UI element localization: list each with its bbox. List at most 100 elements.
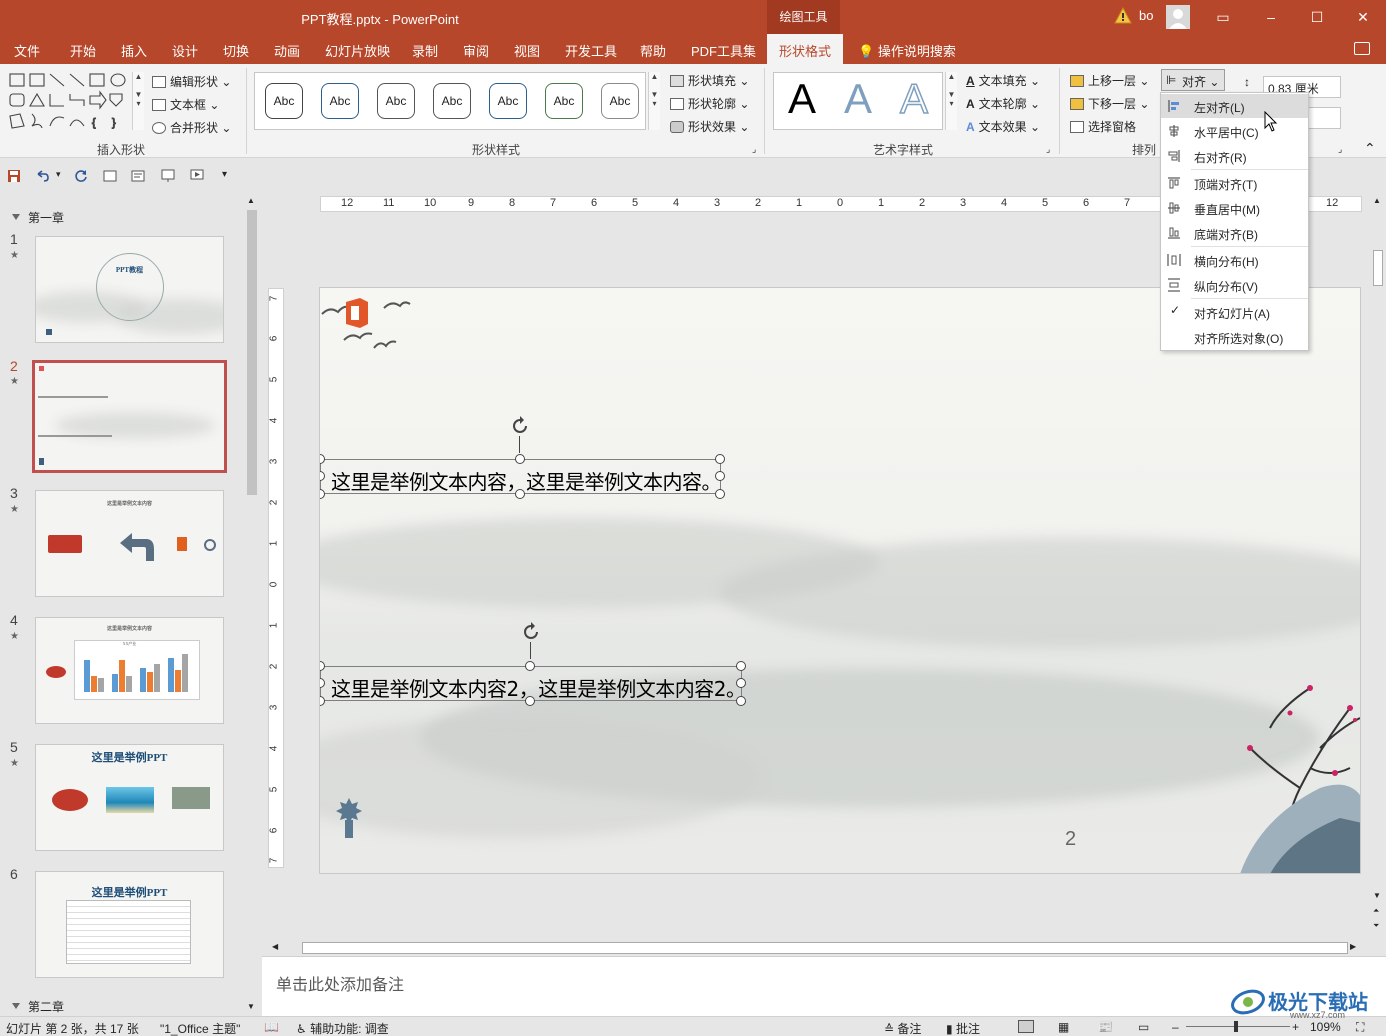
accessibility-status[interactable]: ♿ 辅助功能: 调查: [296, 1020, 389, 1036]
tab-help[interactable]: 帮助: [640, 41, 666, 60]
send-backward-button[interactable]: 下移一层 ⌄: [1070, 95, 1149, 112]
tab-animations[interactable]: 动画: [274, 41, 300, 60]
shape-style-5[interactable]: Abc: [489, 83, 527, 119]
slide-thumbnail-4[interactable]: 这里是举例文本内容 XX产业: [35, 617, 224, 724]
editor-horizontal-scrollbar[interactable]: ◀ ▶: [268, 940, 1360, 956]
normal-view-icon[interactable]: [1018, 1020, 1034, 1033]
section-header-first[interactable]: 第一章: [12, 209, 64, 226]
resize-handle[interactable]: [736, 661, 746, 671]
collapse-section-icon[interactable]: [12, 214, 20, 220]
scroll-left-icon[interactable]: ◀: [272, 942, 278, 951]
resize-handle[interactable]: [515, 454, 525, 464]
shape-fill-button[interactable]: 形状填充 ⌄: [670, 72, 749, 89]
tab-review[interactable]: 审阅: [463, 41, 489, 60]
scroll-down-icon[interactable]: ▼: [1373, 891, 1381, 900]
scroll-down-icon[interactable]: ▼: [247, 1002, 255, 1011]
undo-dropdown-icon[interactable]: ▾: [56, 169, 61, 180]
warning-icon[interactable]: [1114, 7, 1132, 25]
tab-pdf-tools[interactable]: PDF工具集: [691, 41, 756, 60]
shape-style-4[interactable]: Abc: [433, 83, 471, 119]
user-avatar[interactable]: [1166, 5, 1190, 29]
comment-icon[interactable]: [1354, 42, 1370, 55]
align-selected-objects-item[interactable]: 对齐所选对象(O): [1161, 325, 1308, 349]
zoom-in-icon[interactable]: +: [1292, 1020, 1299, 1034]
redo-icon[interactable]: [74, 169, 88, 183]
text-effects-button[interactable]: A 文本效果 ⌄: [966, 118, 1040, 135]
tab-record[interactable]: 录制: [412, 41, 438, 60]
slide-thumbnail-1[interactable]: PPT教程: [35, 236, 224, 343]
wordart-style-2[interactable]: A: [844, 75, 872, 123]
slide-canvas[interactable]: 这里是举例文本内容，这里是举例文本内容。 这里是举例文本内容2，这里是举例文本内…: [319, 287, 1361, 874]
rotate-handle-icon[interactable]: [509, 415, 531, 437]
thumbnails-scrollbar[interactable]: ▲ ▼: [244, 194, 260, 1016]
textbox-button[interactable]: 文本框 ⌄: [152, 96, 219, 113]
resize-handle[interactable]: [320, 696, 325, 706]
collapse-section-icon[interactable]: [12, 1003, 20, 1009]
slide-thumbnail-6[interactable]: 这里是举例PPT: [35, 871, 224, 978]
align-to-slide-item[interactable]: ✓ 对齐幻灯片(A): [1161, 300, 1308, 324]
customize-qat-icon[interactable]: ▾: [222, 169, 227, 180]
present-icon[interactable]: [161, 169, 175, 183]
fit-to-window-icon[interactable]: ⛶: [1356, 1020, 1364, 1035]
tab-design[interactable]: 设计: [172, 41, 198, 60]
scrollbar-thumb[interactable]: [302, 942, 1348, 954]
resize-handle[interactable]: [715, 471, 725, 481]
shape-effects-button[interactable]: 形状效果 ⌄: [670, 118, 749, 135]
comments-toggle[interactable]: ▮ 批注: [946, 1020, 980, 1036]
minimize-button[interactable]: –: [1248, 0, 1294, 34]
ribbon-display-button[interactable]: ▭: [1200, 0, 1246, 34]
save-icon[interactable]: [7, 169, 21, 183]
rotate-handle-icon[interactable]: [520, 621, 542, 643]
shape-gallery-scroll[interactable]: ▲ ▼ ▾: [132, 72, 144, 130]
scroll-up-icon[interactable]: ▲: [247, 196, 255, 205]
close-button[interactable]: ✕: [1340, 0, 1386, 34]
scrollbar-thumb[interactable]: [1373, 250, 1383, 286]
wordart-style-1[interactable]: A: [788, 75, 816, 123]
resize-handle[interactable]: [320, 489, 325, 499]
tab-developer[interactable]: 开发工具: [565, 41, 617, 60]
text-outline-button[interactable]: A 文本轮廓 ⌄: [966, 95, 1040, 112]
slide-sorter-icon[interactable]: ▦: [1058, 1020, 1069, 1034]
align-top-item[interactable]: 顶端对齐(T): [1161, 171, 1308, 195]
previous-slide-icon[interactable]: ⏶: [1373, 906, 1379, 916]
resize-handle[interactable]: [715, 454, 725, 464]
wordart-style-3[interactable]: A: [899, 74, 929, 123]
notes-pane[interactable]: 单击此处添加备注: [262, 956, 1386, 1016]
distribute-horizontally-item[interactable]: 横向分布(H): [1161, 248, 1308, 272]
shape-style-6[interactable]: Abc: [545, 83, 583, 119]
shape-style-3[interactable]: Abc: [377, 83, 415, 119]
edit-shape-button[interactable]: 编辑形状 ⌄: [152, 73, 231, 90]
tab-shape-format[interactable]: 形状格式: [767, 34, 844, 65]
style-gallery-scroll[interactable]: ▲ ▼ ▾: [648, 72, 660, 130]
align-right-item[interactable]: 右对齐(R): [1161, 144, 1308, 168]
align-bottom-item[interactable]: 底端对齐(B): [1161, 221, 1308, 245]
vertical-ruler[interactable]: 7 6 5 4 3 2 1 0 1 2 3 4 5 6 7: [268, 288, 284, 868]
shape-style-1[interactable]: Abc: [265, 83, 303, 119]
from-beginning-icon[interactable]: [190, 169, 204, 183]
text-fill-button[interactable]: A 文本填充 ⌄: [966, 72, 1040, 89]
spelling-icon[interactable]: 📖: [264, 1020, 279, 1034]
selection-pane-button[interactable]: 选择窗格: [1070, 118, 1136, 135]
shape-outline-button[interactable]: 形状轮廓 ⌄: [670, 95, 749, 112]
align-middle-item[interactable]: 垂直居中(M): [1161, 196, 1308, 220]
shape-style-7[interactable]: Abc: [601, 83, 639, 119]
tab-insert[interactable]: 插入: [121, 41, 147, 60]
undo-icon[interactable]: [35, 169, 49, 183]
zoom-level[interactable]: 109%: [1310, 1020, 1341, 1034]
scroll-up-icon[interactable]: ▲: [1373, 196, 1381, 205]
textbox-insert-icon[interactable]: [131, 169, 145, 183]
tell-me-search[interactable]: 💡 操作说明搜索: [858, 41, 956, 60]
zoom-out-icon[interactable]: –: [1172, 1020, 1179, 1034]
new-slide-icon[interactable]: [103, 169, 117, 183]
bring-forward-button[interactable]: 上移一层 ⌄: [1070, 72, 1149, 89]
resize-handle[interactable]: [525, 661, 535, 671]
distribute-vertically-item[interactable]: 纵向分布(V): [1161, 273, 1308, 297]
maximize-button[interactable]: ☐: [1294, 0, 1340, 34]
slide-thumbnail-5[interactable]: 这里是举例PPT: [35, 744, 224, 851]
scroll-right-icon[interactable]: ▶: [1350, 942, 1356, 951]
zoom-slider[interactable]: [1186, 1026, 1290, 1027]
dialog-launcher-icon[interactable]: ⌟: [1338, 144, 1342, 155]
resize-handle[interactable]: [736, 678, 746, 688]
tab-file[interactable]: 文件: [14, 41, 40, 60]
tab-view[interactable]: 视图: [514, 41, 540, 60]
